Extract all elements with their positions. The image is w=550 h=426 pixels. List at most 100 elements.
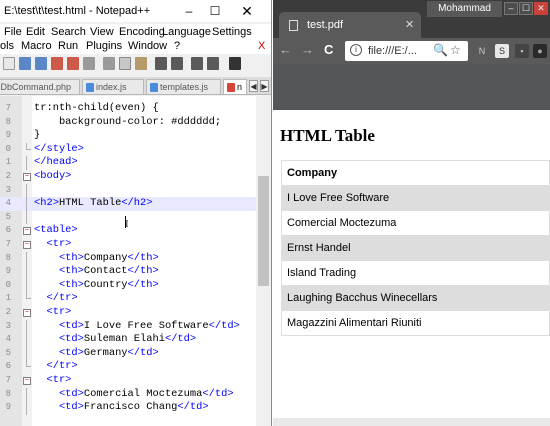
grey-extension-icon[interactable]: ▪ xyxy=(515,44,529,58)
code-line[interactable]: 4 <h2>HTML Table</h2> xyxy=(0,197,256,211)
code-editor[interactable]: 7 tr:nth-child(even) {8 background-color:… xyxy=(0,96,256,426)
html-tag: </tr> xyxy=(34,360,78,373)
fold-collapse-icon[interactable]: − xyxy=(23,173,31,181)
code-line[interactable]: 4 <td>Suleman Elahi</td> xyxy=(0,333,256,347)
js-file-icon xyxy=(86,83,94,92)
code-line[interactable]: 3 <td>I Love Free Software</td> xyxy=(0,319,256,334)
redo-icon[interactable] xyxy=(171,57,183,70)
code-line[interactable]: 7 tr:nth-child(even) { xyxy=(0,102,256,116)
menu-encoding[interactable]: Encoding xyxy=(119,26,165,38)
address-bar[interactable]: i file:///E:/... 🔍 ☆ xyxy=(345,41,468,61)
menu-search[interactable]: Search xyxy=(51,26,86,38)
tab-test-html[interactable]: n xyxy=(223,79,247,94)
s-extension-icon[interactable]: S xyxy=(495,44,509,58)
tab-scroll-right-icon[interactable]: ▶ xyxy=(260,80,269,92)
code-line[interactable]: 8 <td>Comercial Moctezuma</td> xyxy=(0,387,256,402)
code-text: </tr> xyxy=(34,292,77,306)
line-number: 2 xyxy=(5,171,11,181)
code-line[interactable]: 0 <th>Country</th> xyxy=(0,278,256,293)
menu-file[interactable]: File xyxy=(4,26,22,38)
close-document-icon[interactable]: X xyxy=(258,40,265,52)
table-row: Island Trading xyxy=(281,260,550,286)
zoom-icon[interactable]: 🔍 xyxy=(433,43,448,57)
reload-icon[interactable]: C xyxy=(324,43,333,57)
cut-icon[interactable] xyxy=(103,57,115,70)
code-line[interactable]: 5 <td>Germany</td> xyxy=(0,346,256,361)
code-text: <body> xyxy=(34,170,71,184)
forward-icon[interactable]: → xyxy=(301,43,314,57)
code-line[interactable]: 9} xyxy=(0,129,256,143)
scrollbar-thumb[interactable] xyxy=(258,176,269,286)
new-file-icon[interactable] xyxy=(3,57,15,70)
html-tag: </td> xyxy=(127,346,159,359)
code-line[interactable]: 1 </head> xyxy=(0,156,256,170)
tab-cdbcommand[interactable]: CDbCommand.php xyxy=(0,79,80,94)
horizontal-scrollbar[interactable] xyxy=(273,418,550,426)
html-tag: <tr> xyxy=(34,306,72,318)
minimize-button[interactable]: – xyxy=(504,2,518,15)
code-line[interactable]: 9 <th>Contact</th> xyxy=(0,265,256,279)
print-icon[interactable] xyxy=(83,57,95,70)
code-line[interactable]: 8 background-color: #dddddd; xyxy=(0,116,256,130)
maximize-button[interactable]: ☐ xyxy=(204,2,226,20)
fold-collapse-icon[interactable]: − xyxy=(23,241,31,249)
green-extension-icon[interactable]: ● xyxy=(533,44,547,58)
code-line[interactable]: 1 </tr> xyxy=(0,292,256,306)
tab-index-js[interactable]: index.js xyxy=(82,79,144,94)
menu-help[interactable]: ? xyxy=(174,40,180,52)
code-line[interactable]: 2 − <tr> xyxy=(0,306,256,320)
find-icon[interactable] xyxy=(191,57,203,70)
close-all-icon[interactable] xyxy=(67,57,79,70)
maximize-button[interactable]: ☐ xyxy=(519,2,533,15)
menu-tools[interactable]: ols xyxy=(0,40,14,52)
minimize-button[interactable]: – xyxy=(178,2,200,20)
save-icon[interactable] xyxy=(19,57,31,70)
tab-test-pdf[interactable]: test.pdf ✕ xyxy=(279,12,421,38)
save-all-icon[interactable] xyxy=(35,57,47,70)
fold-collapse-icon[interactable]: − xyxy=(23,309,31,317)
browser-titlebar[interactable]: test.pdf ✕ Mohammad – ☐ ✕ xyxy=(273,0,550,38)
menu-view[interactable]: View xyxy=(90,26,114,38)
close-button[interactable]: ✕ xyxy=(534,2,548,15)
menu-settings[interactable]: Settings xyxy=(212,26,252,38)
code-line[interactable]: 8 <th>Company</th> xyxy=(0,251,256,266)
code-line[interactable]: 0 </style> xyxy=(0,142,256,157)
code-line[interactable]: 2 − <body> xyxy=(0,170,256,184)
info-icon[interactable]: i xyxy=(350,44,362,56)
menu-plugins[interactable]: Plugins xyxy=(86,40,122,52)
fold-collapse-icon[interactable]: − xyxy=(23,227,31,236)
bookmark-star-icon[interactable]: ☆ xyxy=(450,43,461,57)
fold-collapse-icon[interactable]: − xyxy=(23,377,31,385)
close-file-icon[interactable] xyxy=(51,57,63,70)
menu-edit[interactable]: Edit xyxy=(26,26,45,38)
code-line[interactable]: 9 <td>Francisco Chang</td> xyxy=(0,401,256,415)
replace-icon[interactable] xyxy=(207,57,219,70)
code-line[interactable]: 7 − <tr> xyxy=(0,238,256,252)
tab-scroll-left-icon[interactable]: ◀ xyxy=(249,80,258,92)
menu-run[interactable]: Run xyxy=(58,40,78,52)
tab-close-icon[interactable]: ✕ xyxy=(405,18,414,31)
fold-line xyxy=(26,346,27,361)
code-line[interactable]: 7 − <tr> xyxy=(0,374,256,388)
notepad-titlebar[interactable]: E:\test\t\test.html - Notepad++ – ☐ ✕ xyxy=(0,0,271,22)
tab-templates-js[interactable]: templates.js xyxy=(146,79,221,94)
line-number: 7 xyxy=(5,103,11,113)
back-icon[interactable]: ← xyxy=(279,43,292,57)
html-tag: </style> xyxy=(34,142,84,155)
code-text: <td>Germany</td> xyxy=(34,347,159,361)
profile-name[interactable]: Mohammad xyxy=(427,1,502,17)
url-text[interactable]: file:///E:/... xyxy=(368,45,417,57)
menu-language[interactable]: Language xyxy=(162,26,211,38)
n-extension-icon[interactable]: N xyxy=(475,44,489,58)
code-lines[interactable]: 7 tr:nth-child(even) {8 background-color:… xyxy=(0,96,256,426)
macro-icon[interactable] xyxy=(229,57,241,70)
code-line[interactable]: 6 </tr> xyxy=(0,360,256,374)
close-button[interactable]: ✕ xyxy=(236,2,258,20)
menu-window[interactable]: Window xyxy=(128,40,167,52)
code-line[interactable]: 3 xyxy=(0,183,256,198)
line-number: 4 xyxy=(5,198,11,209)
paste-icon[interactable] xyxy=(135,57,147,70)
undo-icon[interactable] xyxy=(155,57,167,70)
menu-macro[interactable]: Macro xyxy=(21,40,52,52)
copy-icon[interactable] xyxy=(119,57,131,70)
